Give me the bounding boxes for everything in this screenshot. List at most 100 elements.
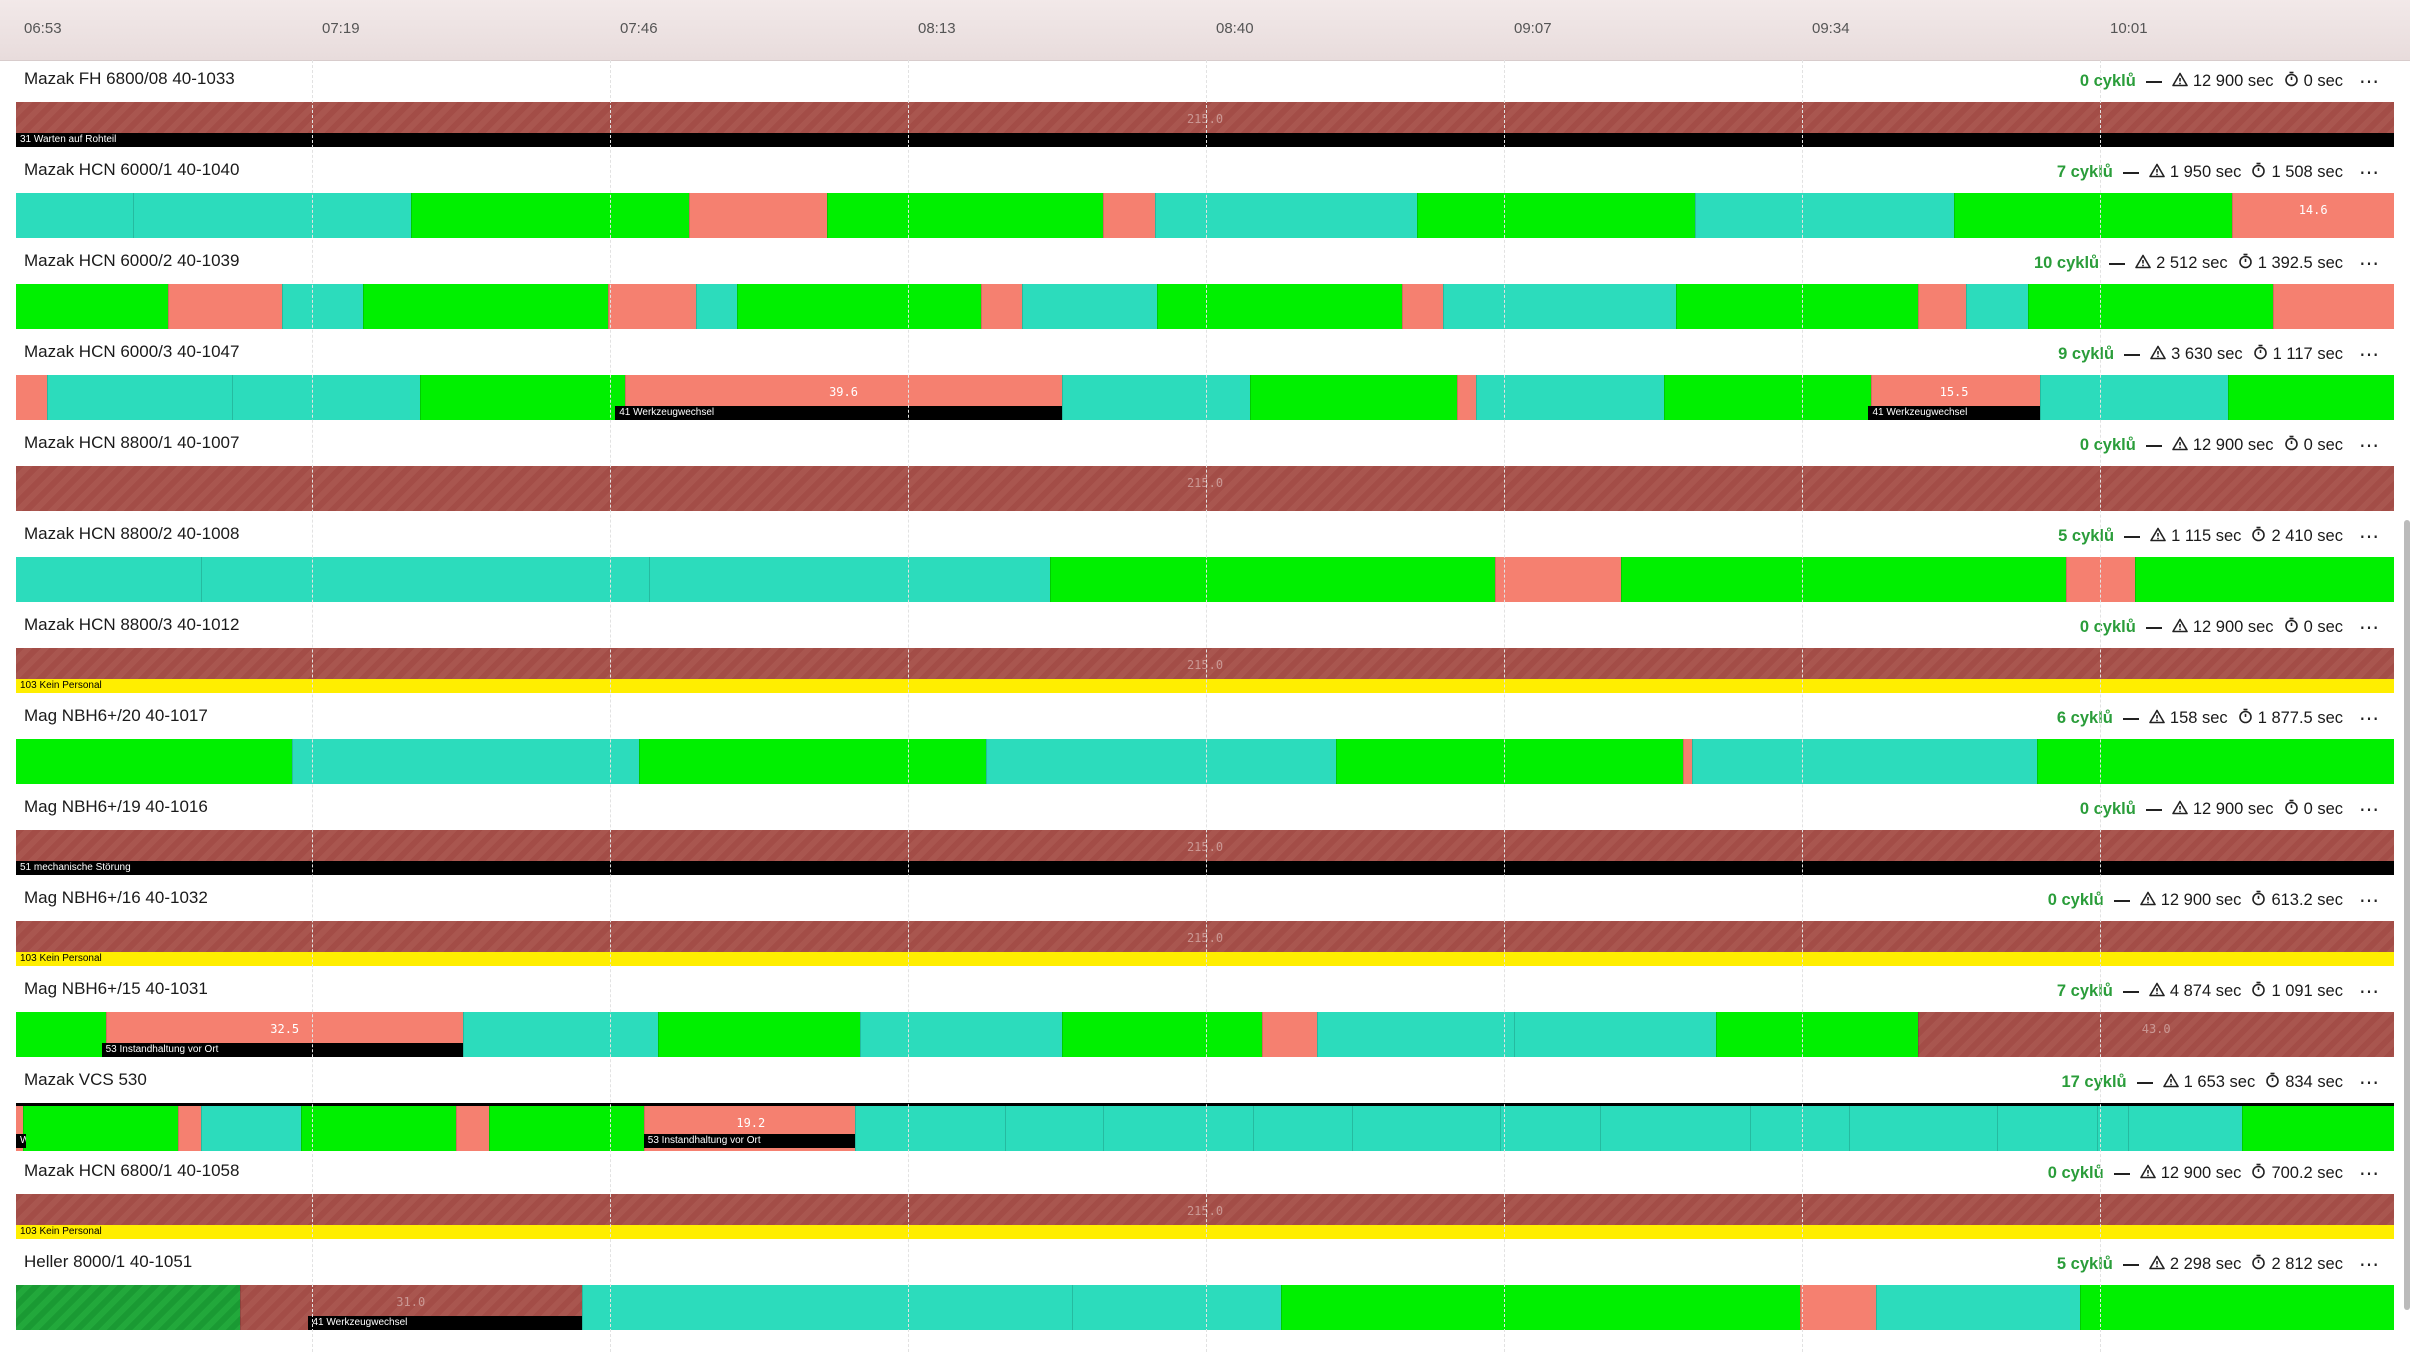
- state-segment-teal[interactable]: [1499, 1106, 1601, 1151]
- state-segment-teal[interactable]: [201, 1106, 303, 1151]
- state-segment-salmon[interactable]: [177, 1106, 203, 1151]
- state-segment-teal[interactable]: [16, 193, 133, 238]
- more-horizontal-icon[interactable]: ⋯: [2359, 1252, 2380, 1277]
- state-segment-teal[interactable]: [1996, 1106, 2098, 1151]
- state-segment-green[interactable]: [1335, 739, 1684, 784]
- state-segment-teal[interactable]: [1749, 1106, 1851, 1151]
- state-segment-green[interactable]: [1062, 1012, 1264, 1057]
- machine-name[interactable]: Mazak VCS 530: [24, 1070, 147, 1090]
- state-segment-teal[interactable]: [1875, 1285, 2082, 1330]
- state-segment-teal[interactable]: [581, 1285, 1073, 1330]
- more-horizontal-icon[interactable]: ⋯: [2359, 797, 2380, 822]
- state-segment-green[interactable]: [1675, 284, 1920, 329]
- state-segment-green[interactable]: [420, 375, 626, 420]
- state-segment-teal[interactable]: [1316, 1012, 1516, 1057]
- state-segment-green[interactable]: [2227, 375, 2394, 420]
- state-segment-salmon[interactable]: [2065, 557, 2136, 602]
- state-segment-teal[interactable]: [2096, 1106, 2129, 1151]
- more-horizontal-icon[interactable]: ⋯: [2359, 160, 2380, 185]
- state-segment-teal[interactable]: [463, 1012, 660, 1057]
- state-track[interactable]: [16, 284, 2394, 329]
- more-horizontal-icon[interactable]: ⋯: [2359, 342, 2380, 367]
- downtime-reason-label[interactable]: 103 Kein Personal: [16, 952, 2394, 966]
- state-segment-salmon[interactable]: [1457, 375, 1478, 420]
- state-track[interactable]: 215.0: [16, 466, 2394, 511]
- downtime-reason-label[interactable]: 31 Warten auf Rohteil: [16, 133, 2394, 147]
- state-segment-teal[interactable]: [986, 739, 1337, 784]
- state-segment-green[interactable]: [1416, 193, 1696, 238]
- state-segment-salmon[interactable]: [168, 284, 284, 329]
- state-track[interactable]: 39.6 15.5 41 Werkzeugwechsel 41 Werkzeugwec…: [16, 375, 2394, 420]
- state-segment-darkgreen[interactable]: [16, 1285, 240, 1330]
- state-segment-salmon[interactable]: [688, 193, 828, 238]
- state-segment-teal[interactable]: [1476, 375, 1665, 420]
- state-track[interactable]: [16, 557, 2394, 602]
- state-segment-green[interactable]: [826, 193, 1104, 238]
- machine-name[interactable]: Mazak HCN 8800/2 40-1008: [24, 524, 239, 544]
- state-segment-green[interactable]: [2241, 1106, 2394, 1151]
- downtime-reason-label[interactable]: 53 Instandhaltung vor Ort: [101, 1043, 464, 1057]
- state-segment-salmon[interactable]: [1402, 284, 1444, 329]
- state-segment-green[interactable]: [1954, 193, 2234, 238]
- more-horizontal-icon[interactable]: ⋯: [2359, 888, 2380, 913]
- machine-name[interactable]: Mazak FH 6800/08 40-1033: [24, 69, 235, 89]
- state-segment-teal[interactable]: [1965, 284, 2029, 329]
- state-segment-green[interactable]: [1716, 1012, 1920, 1057]
- more-horizontal-icon[interactable]: ⋯: [2359, 69, 2380, 94]
- state-segment-salmon[interactable]: [1918, 284, 1967, 329]
- state-segment-green[interactable]: [16, 739, 292, 784]
- state-segment-teal[interactable]: [1514, 1012, 1718, 1057]
- downtime-reason-label[interactable]: 41 Werkzeugwechsel: [1868, 406, 2040, 420]
- state-segment-teal[interactable]: [1352, 1106, 1501, 1151]
- vertical-scrollbar[interactable]: [2404, 520, 2410, 1310]
- state-segment-green[interactable]: [16, 284, 169, 329]
- state-segment-teal[interactable]: [2127, 1106, 2243, 1151]
- state-segment-green[interactable]: [736, 284, 983, 329]
- state-segment-teal[interactable]: [16, 557, 202, 602]
- more-horizontal-icon[interactable]: ⋯: [2359, 524, 2380, 549]
- state-segment-green[interactable]: [1050, 557, 1497, 602]
- state-track[interactable]: 19.2 W 53 Instandhaltung vor Ort: [16, 1103, 2394, 1151]
- machine-name[interactable]: Mag NBH6+/19 40-1016: [24, 797, 208, 817]
- machine-name[interactable]: Mazak HCN 8800/1 40-1007: [24, 433, 239, 453]
- machine-name[interactable]: Mag NBH6+/15 40-1031: [24, 979, 208, 999]
- state-segment-teal[interactable]: [282, 284, 365, 329]
- state-segment-green[interactable]: [23, 1106, 179, 1151]
- state-segment-salmon[interactable]: [2272, 284, 2394, 329]
- state-segment-green[interactable]: [1157, 284, 1404, 329]
- state-segment-teal[interactable]: [1252, 1106, 1354, 1151]
- more-horizontal-icon[interactable]: ⋯: [2359, 433, 2380, 458]
- state-segment-green[interactable]: [410, 193, 690, 238]
- state-segment-green[interactable]: [1663, 375, 1872, 420]
- state-track[interactable]: 14.6: [16, 193, 2394, 238]
- state-segment-teal[interactable]: [696, 284, 738, 329]
- state-segment-green[interactable]: [2080, 1285, 2394, 1330]
- state-segment-green[interactable]: [1621, 557, 2067, 602]
- state-segment-teal[interactable]: [46, 375, 234, 420]
- state-segment-teal[interactable]: [1062, 375, 1252, 420]
- machine-name[interactable]: Mag NBH6+/20 40-1017: [24, 706, 208, 726]
- state-segment-teal[interactable]: [1849, 1106, 1998, 1151]
- state-segment-teal[interactable]: [1021, 284, 1159, 329]
- state-segment-teal[interactable]: [1599, 1106, 1751, 1151]
- state-segment-salmon[interactable]: [455, 1106, 491, 1151]
- machine-name[interactable]: Mazak HCN 8800/3 40-1012: [24, 615, 239, 635]
- downtime-reason-label[interactable]: 41 Werkzeugwechsel: [308, 1316, 582, 1330]
- downtime-reason-label[interactable]: 51 mechanische Störung: [16, 861, 2394, 875]
- state-track[interactable]: 215.0 103 Kein Personal: [16, 921, 2394, 966]
- more-horizontal-icon[interactable]: ⋯: [2359, 1161, 2380, 1186]
- state-segment-salmon[interactable]: [1495, 557, 1623, 602]
- state-track[interactable]: 215.0 31 Warten auf Rohteil: [16, 102, 2394, 147]
- state-track[interactable]: 215.0 103 Kein Personal: [16, 1194, 2394, 1239]
- state-segment-green[interactable]: [639, 739, 988, 784]
- more-horizontal-icon[interactable]: ⋯: [2359, 706, 2380, 731]
- state-segment-green[interactable]: [2037, 739, 2394, 784]
- downtime-reason-label[interactable]: 41 Werkzeugwechsel: [615, 406, 1063, 420]
- state-segment-teal[interactable]: [1692, 739, 2039, 784]
- state-segment-salmon[interactable]: [1799, 1285, 1877, 1330]
- state-segment-green[interactable]: [658, 1012, 862, 1057]
- state-segment-teal[interactable]: [648, 557, 1052, 602]
- more-horizontal-icon[interactable]: ⋯: [2359, 615, 2380, 640]
- state-segment-teal[interactable]: [855, 1106, 1007, 1151]
- state-segment-teal[interactable]: [1155, 193, 1418, 238]
